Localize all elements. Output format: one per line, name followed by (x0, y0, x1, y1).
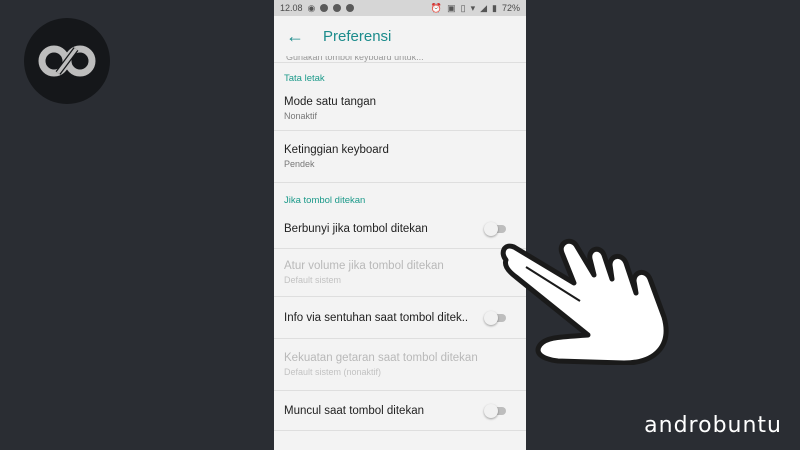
phone-screen: 12.08 ◉ ⏰ ▣ ▯ ▾ ◢ ▮ 72% ← Preferensi Gun… (274, 0, 526, 450)
pref-title: Mode satu tangan (284, 96, 377, 108)
notification-icon (320, 4, 329, 12)
battery-level: 72% (501, 3, 520, 13)
cast-icon: ▣ (447, 2, 456, 13)
status-bar: 12.08 ◉ ⏰ ▣ ▯ ▾ ◢ ▮ 72% (274, 0, 526, 16)
infinity-logo-icon (38, 45, 96, 77)
pref-title: Berbunyi jika tombol ditekan (284, 222, 428, 235)
pref-keyboard-height[interactable]: Ketinggian keyboard Pendek (274, 131, 526, 183)
battery-icon: ▮ (492, 2, 497, 13)
partially-hidden-item: Gunakan tombol keyboard untuk... (274, 56, 526, 63)
whatsapp-icon: ◉ (307, 2, 316, 13)
pref-summary: Default sistem (284, 275, 342, 285)
pref-summary: Pendek (284, 159, 315, 169)
pref-volume: Atur volume jika tombol ditekan Default … (274, 249, 526, 297)
pref-summary: Default sistem (nonaktif) (284, 367, 382, 377)
popup-toggle[interactable] (484, 403, 508, 418)
pref-one-hand-mode[interactable]: Mode satu tangan Nonaktif (274, 87, 526, 131)
pref-title: Info via sentuhan saat tombol ditek.. (284, 311, 469, 324)
section-header-layout: Tata letak (284, 73, 325, 84)
notification-icon (346, 4, 355, 12)
page-title: Preferensi (323, 27, 392, 45)
pref-popup-on-keypress[interactable]: Muncul saat tombol ditekan (274, 391, 526, 431)
pref-title: Ketinggian keyboard (284, 144, 389, 156)
pref-title: Muncul saat tombol ditekan (284, 404, 424, 417)
signal-icon: ◢ (480, 2, 488, 13)
status-time: 12.08 (280, 3, 303, 13)
pref-vibration-strength: Kekuatan getaran saat tombol ditekan Def… (274, 339, 526, 391)
pref-title: Atur volume jika tombol ditekan (284, 260, 444, 272)
vibrate-icon: ▯ (460, 2, 466, 13)
watermark-text: androbuntu (644, 413, 782, 438)
brand-logo (24, 18, 110, 104)
pref-sound-on-keypress[interactable]: Berbunyi jika tombol ditekan (274, 209, 526, 249)
section-header-keypress: Jika tombol ditekan (284, 195, 366, 206)
notification-icon (333, 4, 342, 12)
pref-title: Kekuatan getaran saat tombol ditekan (284, 352, 478, 364)
pref-haptic-feedback[interactable]: Info via sentuhan saat tombol ditek.. (274, 297, 526, 339)
app-bar: ← Preferensi (274, 16, 526, 56)
alarm-icon: ⏰ (430, 2, 443, 13)
wifi-icon: ▾ (470, 2, 476, 13)
hand-pointer-icon (500, 238, 669, 365)
pref-summary: Nonaktif (284, 111, 318, 121)
back-arrow-icon[interactable]: ← (286, 26, 316, 47)
